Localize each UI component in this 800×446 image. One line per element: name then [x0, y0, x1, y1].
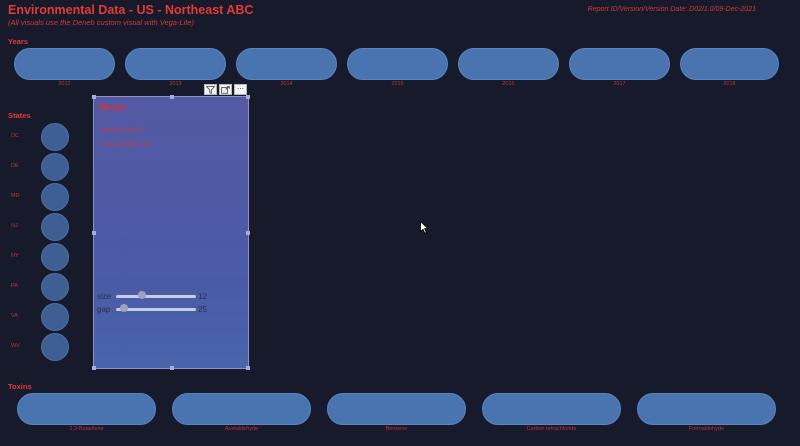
- toxin-label: 1,3-Butadiene: [69, 426, 104, 432]
- year-label: 2017: [613, 81, 626, 87]
- year-button-2016[interactable]: [458, 48, 559, 80]
- gap-slider[interactable]: [116, 304, 196, 312]
- page-subtitle: (All visuals use the Deneb custom visual…: [8, 18, 195, 27]
- state-button-md[interactable]: [41, 183, 69, 211]
- state-button-va[interactable]: [41, 303, 69, 331]
- selected-state-text: Selected State: DE: [104, 142, 151, 148]
- year-button-2012[interactable]: [14, 48, 115, 80]
- toxin-button-formaldehyde[interactable]: [637, 393, 776, 425]
- toxin-label: Benzene: [385, 426, 408, 432]
- focus-mode-icon[interactable]: [219, 84, 232, 95]
- toxin-label: Acetaldehyde: [224, 426, 259, 432]
- state-button-pa[interactable]: [41, 273, 69, 301]
- year-button-2017[interactable]: [569, 48, 670, 80]
- year-label: 2016: [502, 81, 515, 87]
- slider-value: 25: [198, 304, 207, 314]
- filter-icon[interactable]: [204, 84, 217, 95]
- toxin-button-carbon-tetrachloride[interactable]: [482, 393, 621, 425]
- visual-title: Mexico: [100, 103, 128, 112]
- slider-thumb[interactable]: [119, 304, 128, 312]
- toxin-label: Carbon tetrachloride: [526, 426, 577, 432]
- report-id: Report ID/Version/Version Date: D02/1.0/…: [587, 6, 756, 13]
- deneb-visual[interactable]: Mexico Selected Year: All Selected State…: [92, 95, 250, 370]
- state-label: WV: [11, 343, 20, 349]
- resize-handle[interactable]: [92, 366, 96, 370]
- slider-thumb[interactable]: [137, 291, 146, 299]
- resize-handle[interactable]: [92, 231, 96, 235]
- resize-handle[interactable]: [246, 231, 250, 235]
- state-label: NJ: [11, 223, 18, 229]
- toxin-label: Formaldehyde: [688, 426, 725, 432]
- toxin-button-butadiene[interactable]: [17, 393, 156, 425]
- year-button-2013[interactable]: [125, 48, 226, 80]
- size-slider[interactable]: [116, 291, 196, 299]
- state-button-wv[interactable]: [41, 333, 69, 361]
- resize-handle[interactable]: [246, 366, 250, 370]
- state-label: DE: [11, 163, 19, 169]
- state-button-dc[interactable]: [41, 123, 69, 151]
- page-title: Environmental Data - US - Northeast ABC: [8, 3, 254, 17]
- slider-label: gap: [97, 304, 111, 314]
- states-label: States: [8, 111, 31, 120]
- more-options-icon[interactable]: ⋯: [234, 84, 247, 95]
- slider-value: 12: [198, 291, 207, 301]
- state-button-ny[interactable]: [41, 243, 69, 271]
- state-label: PA: [11, 283, 18, 289]
- resize-handle[interactable]: [170, 366, 174, 370]
- size-slider-row: size 12: [97, 290, 207, 302]
- resize-handle[interactable]: [246, 95, 250, 99]
- year-button-2015[interactable]: [347, 48, 448, 80]
- state-label: MD: [11, 193, 20, 199]
- toxin-button-acetaldehyde[interactable]: [172, 393, 311, 425]
- toxin-button-benzene[interactable]: [327, 393, 466, 425]
- resize-handle[interactable]: [92, 95, 96, 99]
- slider-label: size: [97, 291, 112, 301]
- year-label: 2015: [391, 81, 404, 87]
- year-label: 2012: [58, 81, 71, 87]
- year-button-2018[interactable]: [680, 48, 779, 80]
- mouse-cursor-icon: [420, 221, 429, 234]
- gap-slider-row: gap 25: [97, 303, 207, 315]
- selected-year-text: Selected Year: All: [100, 127, 143, 133]
- year-button-2014[interactable]: [236, 48, 337, 80]
- state-label: DC: [11, 133, 19, 139]
- state-label: VA: [11, 313, 18, 319]
- years-label: Years: [8, 37, 29, 46]
- year-label: 2018: [723, 81, 736, 87]
- toxins-label: Toxins: [8, 382, 32, 391]
- state-label: NY: [11, 253, 19, 259]
- resize-handle[interactable]: [170, 95, 174, 99]
- year-label: 2014: [280, 81, 293, 87]
- state-button-de[interactable]: [41, 153, 69, 181]
- state-button-nj[interactable]: [41, 213, 69, 241]
